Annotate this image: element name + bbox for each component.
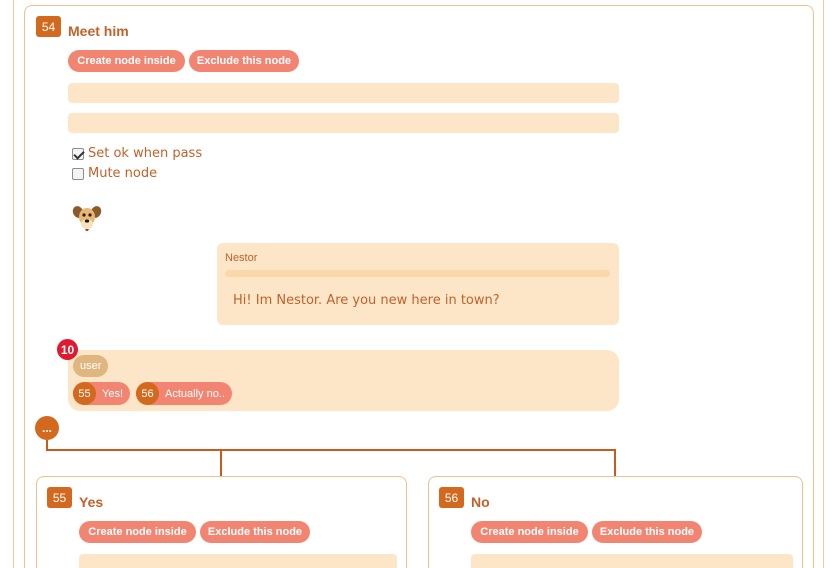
exclude-node-button[interactable]: Exclude this node bbox=[189, 50, 299, 72]
node-title[interactable]: Meet him bbox=[68, 23, 129, 39]
connector-line bbox=[614, 449, 616, 477]
more-button[interactable]: ... bbox=[35, 416, 59, 440]
dog-avatar-icon[interactable] bbox=[72, 202, 102, 232]
outer-border-left bbox=[13, 0, 14, 568]
exclude-node-button[interactable]: Exclude this node bbox=[200, 521, 310, 543]
response-panel: user 55 Yes! 56 Actually no.. bbox=[68, 350, 619, 411]
node-id-badge: 54 bbox=[36, 16, 61, 37]
set-ok-label: Set ok when pass bbox=[88, 146, 203, 161]
set-ok-option[interactable]: Set ok when pass bbox=[72, 146, 202, 161]
speaker-field[interactable] bbox=[225, 270, 610, 277]
node-id-badge: 56 bbox=[439, 487, 464, 508]
actor-tag[interactable]: user bbox=[73, 355, 109, 377]
create-node-inside-button[interactable]: Create node inside bbox=[471, 521, 588, 543]
dialogue-bubble: Nestor Hi! Im Nestor. Are you new here i… bbox=[217, 243, 619, 325]
node-id-badge: 55 bbox=[47, 487, 72, 508]
node-field[interactable] bbox=[79, 554, 397, 568]
mute-node-checkbox[interactable] bbox=[72, 167, 84, 180]
exclude-node-button[interactable]: Exclude this node bbox=[592, 521, 702, 543]
connector-line bbox=[46, 449, 616, 451]
node-field-2[interactable] bbox=[68, 113, 619, 133]
node-field-1[interactable] bbox=[68, 83, 619, 103]
create-node-inside-button[interactable]: Create node inside bbox=[79, 521, 196, 543]
set-ok-checkbox[interactable] bbox=[72, 147, 84, 160]
choice-label: Actually no.. bbox=[165, 387, 225, 400]
choice-yes[interactable]: 55 Yes! bbox=[73, 382, 131, 405]
create-node-inside-button[interactable]: Create node inside bbox=[68, 50, 185, 72]
choice-label: Yes! bbox=[102, 387, 124, 400]
mute-node-option[interactable]: Mute node bbox=[72, 166, 157, 181]
node-title[interactable]: Yes bbox=[79, 494, 103, 510]
node-field[interactable] bbox=[471, 554, 793, 568]
mute-node-label: Mute node bbox=[88, 166, 158, 181]
notification-badge: 10 bbox=[57, 339, 78, 360]
choice-no[interactable]: 56 Actually no.. bbox=[136, 382, 232, 405]
dialogue-text[interactable]: Hi! Im Nestor. Are you new here in town? bbox=[233, 293, 500, 308]
connector-line bbox=[220, 449, 222, 477]
choice-number: 55 bbox=[73, 382, 96, 405]
node-title[interactable]: No bbox=[471, 494, 490, 510]
choice-number: 56 bbox=[136, 382, 159, 405]
speaker-name: Nestor bbox=[225, 252, 258, 264]
outer-border-right bbox=[823, 0, 824, 568]
